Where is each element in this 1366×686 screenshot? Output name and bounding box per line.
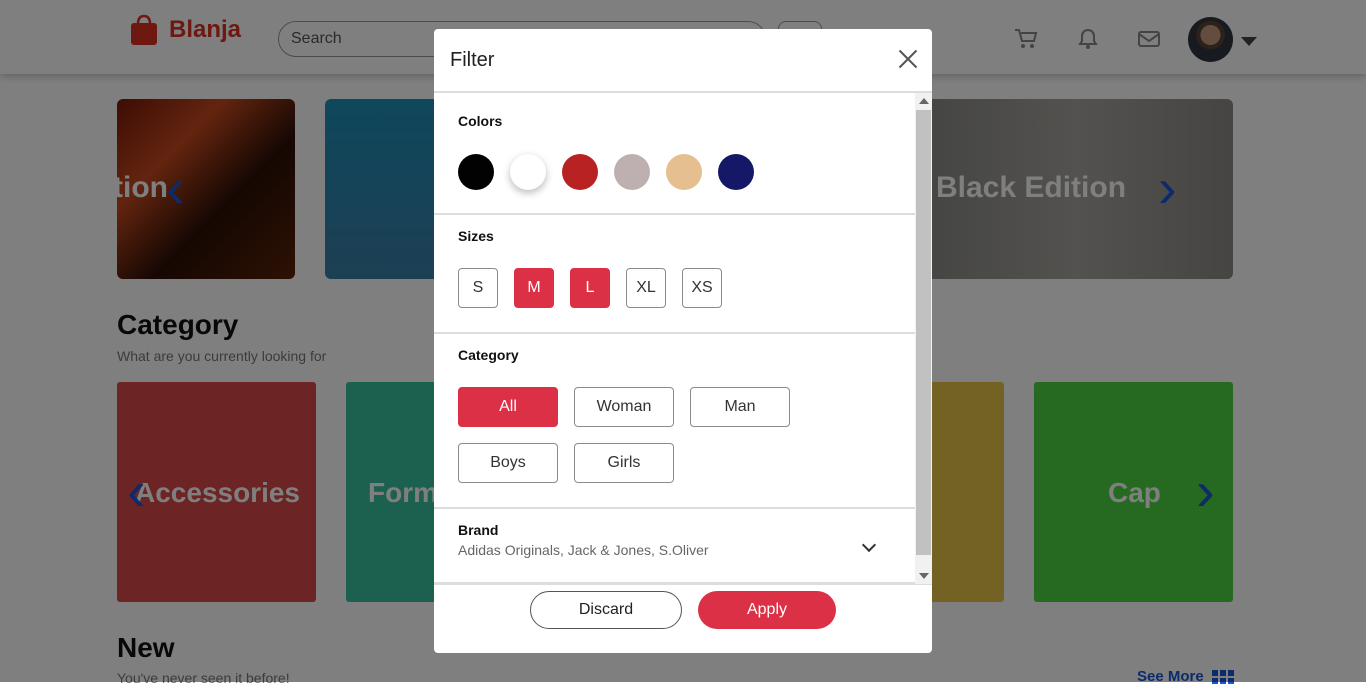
brand-label: Brand (458, 522, 499, 538)
category-option-all[interactable]: All (458, 387, 558, 427)
brand-selected-values: Adidas Originals, Jack & Jones, S.Oliver (458, 542, 709, 558)
size-option-s[interactable]: S (458, 268, 498, 308)
modal-title: Filter (450, 49, 495, 71)
color-swatch-navy[interactable] (718, 154, 754, 190)
size-option-l[interactable]: L (570, 268, 610, 308)
category-option-boys[interactable]: Boys (458, 443, 558, 483)
sizes-section: Sizes S M L XL XS (434, 215, 915, 334)
discard-button[interactable]: Discard (530, 591, 682, 629)
close-icon[interactable] (898, 49, 918, 69)
colors-label: Colors (458, 113, 503, 129)
category-label: Category (458, 347, 519, 363)
apply-button[interactable]: Apply (698, 591, 836, 629)
scrollbar-thumb[interactable] (916, 110, 931, 555)
filter-modal: Filter Colors Sizes S M L XL XS Category… (434, 29, 932, 653)
modal-header: Filter (434, 29, 932, 93)
scroll-up-arrow-icon[interactable] (919, 98, 929, 104)
category-section: Category All Woman Man Boys Girls (434, 334, 915, 509)
chevron-down-icon[interactable] (861, 537, 877, 553)
brand-section[interactable]: Brand Adidas Originals, Jack & Jones, S.… (434, 509, 915, 584)
size-option-xl[interactable]: XL (626, 268, 666, 308)
category-option-girls[interactable]: Girls (574, 443, 674, 483)
color-swatch-beige[interactable] (666, 154, 702, 190)
scrollbar[interactable] (915, 93, 932, 584)
color-swatch-white[interactable] (510, 154, 546, 190)
sizes-label: Sizes (458, 228, 494, 244)
color-swatch-red[interactable] (562, 154, 598, 190)
color-swatch-pink-gray[interactable] (614, 154, 650, 190)
category-option-man[interactable]: Man (690, 387, 790, 427)
filter-scroll-area[interactable]: Colors Sizes S M L XL XS Category All Wo… (434, 93, 932, 584)
colors-section: Colors (434, 93, 915, 215)
size-option-m[interactable]: M (514, 268, 554, 308)
category-option-woman[interactable]: Woman (574, 387, 674, 427)
size-option-xs[interactable]: XS (682, 268, 722, 308)
modal-footer-divider (434, 584, 932, 585)
color-swatch-black[interactable] (458, 154, 494, 190)
scroll-down-arrow-icon[interactable] (919, 573, 929, 579)
